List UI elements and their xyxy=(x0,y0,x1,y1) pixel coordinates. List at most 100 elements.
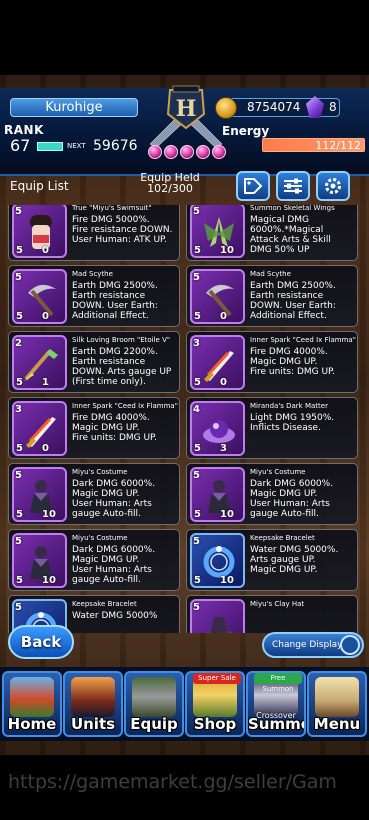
equip-name: Miyu's Costume xyxy=(72,534,128,542)
player-name[interactable]: Kurohige xyxy=(10,98,138,117)
nav-label: Summon xyxy=(248,715,304,733)
equip-description: Dark DMG 6000%. Magic DMG UP. User Human… xyxy=(250,479,334,519)
star-rank: 5 xyxy=(193,470,200,481)
equip-item[interactable]: 3 5 0 Inner Spark "Ceed Ix Flamma" Fire DMG … xyxy=(8,397,180,459)
equip-thumbnail[interactable]: 2 5 1 xyxy=(12,335,67,390)
tag-icon xyxy=(244,178,263,194)
equip-name: Miyu's Costume xyxy=(72,468,128,476)
equip-thumbnail[interactable]: 5 5 0 xyxy=(190,269,245,324)
star-rank: 3 xyxy=(193,338,200,349)
equip-item[interactable]: 5 5 10 Miyu's Costume Dark DMG 6000%. Magic … xyxy=(8,463,180,525)
equip-item[interactable]: 5 5 10 Summon Skeletal Wings Magical DMG 600… xyxy=(186,205,358,261)
sliders-icon xyxy=(284,178,302,194)
star-rank: 3 xyxy=(15,404,22,415)
skill-count: 10 xyxy=(220,509,234,520)
nav-equip[interactable]: Equip xyxy=(124,671,184,737)
equip-item[interactable]: 5 5 10 Miyu's Costume Dark DMG 6000%. Magic … xyxy=(8,529,180,591)
equip-thumbnail[interactable]: 5 5 0 xyxy=(12,269,67,324)
energy-orb xyxy=(196,145,210,159)
nav-shop[interactable]: Super Sale Shop xyxy=(185,671,245,737)
equip-description: Magical DMG 6000%.*Magical Attack Arts &… xyxy=(250,215,331,255)
nav-badge: Free Summon xyxy=(254,673,302,693)
equip-description: Earth DMG 2200%. Earth resistance DOWN. … xyxy=(72,347,172,387)
scythe-icon xyxy=(28,284,56,317)
limit-break-level: 5 xyxy=(194,377,201,388)
tag-filter-button[interactable] xyxy=(236,171,270,201)
equipment-list[interactable]: 5 5 0 True "Miyu's Swimsuit" Fire DMG 5000%.… xyxy=(8,205,358,633)
limit-break-level: 5 xyxy=(16,443,23,454)
equip-item[interactable]: 5 5 0 True "Miyu's Swimsuit" Fire DMG 5000%.… xyxy=(8,205,180,261)
limit-break-level: 5 xyxy=(16,311,23,322)
nav-home[interactable]: Home xyxy=(2,671,62,737)
equip-item[interactable]: 4 5 3 Miranda's Dark Matter Light DMG 1950%.… xyxy=(186,397,358,459)
star-rank: 5 xyxy=(15,536,22,547)
equip-item[interactable]: 5 5 10 Keepsake Bracelet Water DMG 5000%. Ar… xyxy=(186,529,358,591)
gold-value: 8754074 xyxy=(247,100,301,114)
equip-description: Water DMG 5000% xyxy=(72,611,158,621)
equip-thumbnail[interactable]: 3 5 0 xyxy=(12,401,67,456)
equip-item[interactable]: 5 5 0 Mad Scythe Earth DMG 2500%. Earth resi… xyxy=(186,265,358,327)
equip-item[interactable]: 5 5 10 Miyu's Costume Dark DMG 6000%. Magic … xyxy=(186,463,358,525)
equip-name: Mad Scythe xyxy=(250,270,291,278)
equip-thumbnail[interactable]: 5510 xyxy=(190,205,245,258)
equip-name: Keepsake Bracelet xyxy=(250,534,315,542)
nav-units[interactable]: Units xyxy=(63,671,123,737)
star-rank: 5 xyxy=(15,206,22,217)
equip-item[interactable]: 2 5 1 Silk Loving Broom "Etoile V" Earth DMG… xyxy=(8,331,180,393)
nav-summon[interactable]: Free SummonCrossoverSummon xyxy=(246,671,306,737)
limit-break-level: 5 xyxy=(194,245,201,256)
equip-thumbnail[interactable]: 5 5 0 xyxy=(12,205,67,258)
limit-break-level: 5 xyxy=(194,311,201,322)
skill-count: 10 xyxy=(42,509,56,520)
star-rank: 5 xyxy=(193,536,200,547)
watermark: https://gamemarket.gg/seller/Gam xyxy=(8,771,337,793)
equip-name: Miranda's Dark Matter xyxy=(250,402,328,410)
equip-thumbnail[interactable]: 4 5 3 xyxy=(190,401,245,456)
equip-name: True "Miyu's Swimsuit" xyxy=(72,205,152,212)
swimsuit-icon xyxy=(30,215,52,249)
nav-units-icon xyxy=(71,677,115,717)
svg-text:H: H xyxy=(176,96,197,122)
equip-name: Silk Loving Broom "Etoile V" xyxy=(72,336,171,344)
change-display-button[interactable]: Change Display xyxy=(262,632,364,658)
next-label: NEXT xyxy=(67,142,86,150)
star-rank: 5 xyxy=(15,470,22,481)
equip-item[interactable]: 5510 Miyu's Clay Hat xyxy=(186,595,358,633)
skill-count: 1 xyxy=(42,377,49,388)
equip-description: Fire DMG 5000%. Fire resistance DOWN. Us… xyxy=(72,215,173,245)
equip-list-title: Equip List xyxy=(10,179,69,193)
equip-name: Miyu's Clay Hat xyxy=(250,600,305,608)
equip-description: Earth DMG 2500%. Earth resistance DOWN. … xyxy=(72,281,158,321)
header: Kurohige H 8754074 8 RANK 67 NEXT 59676 … xyxy=(0,85,369,201)
nav-equip-icon xyxy=(132,677,176,717)
gem-icon[interactable] xyxy=(306,96,324,118)
energy-value: 112/112 xyxy=(315,139,361,152)
equip-thumbnail[interactable]: 5510 xyxy=(190,599,245,633)
equip-thumbnail[interactable]: 5510 xyxy=(190,467,245,522)
equip-thumbnail[interactable]: 5510 xyxy=(12,467,67,522)
energy-orb xyxy=(212,145,226,159)
star-rank: 5 xyxy=(15,602,22,613)
skill-count: 0 xyxy=(42,245,49,256)
skill-count: 0 xyxy=(42,311,49,322)
gold-coin-icon xyxy=(215,97,237,119)
equip-thumbnail[interactable]: 3 5 0 xyxy=(190,335,245,390)
back-button[interactable]: Back xyxy=(8,625,74,659)
nav-menu[interactable]: Menu xyxy=(307,671,367,737)
equip-name: Summon Skeletal Wings xyxy=(250,205,335,212)
skill-count: 0 xyxy=(220,377,227,388)
nav-label: Equip xyxy=(130,715,178,733)
equip-thumbnail[interactable]: 5510 xyxy=(12,533,67,588)
settings-button[interactable] xyxy=(316,171,350,201)
refresh-icon xyxy=(340,635,360,655)
energy-orb xyxy=(164,145,178,159)
equip-item[interactable]: 5 5 0 Mad Scythe Earth DMG 2500%. Earth resi… xyxy=(8,265,180,327)
nav-label: Home xyxy=(7,715,57,733)
equip-thumbnail[interactable]: 5510 xyxy=(190,533,245,588)
equip-description: Dark DMG 6000%. Magic DMG UP. User Human… xyxy=(72,545,156,585)
sort-settings-button[interactable] xyxy=(276,171,310,201)
energy-bar: 112/112 xyxy=(262,138,365,152)
nav-label: Shop xyxy=(193,715,237,733)
equip-item[interactable]: 3 5 0 Inner Spark "Ceed Ix Flamma" Fire DMG … xyxy=(186,331,358,393)
gear-icon xyxy=(325,178,341,194)
